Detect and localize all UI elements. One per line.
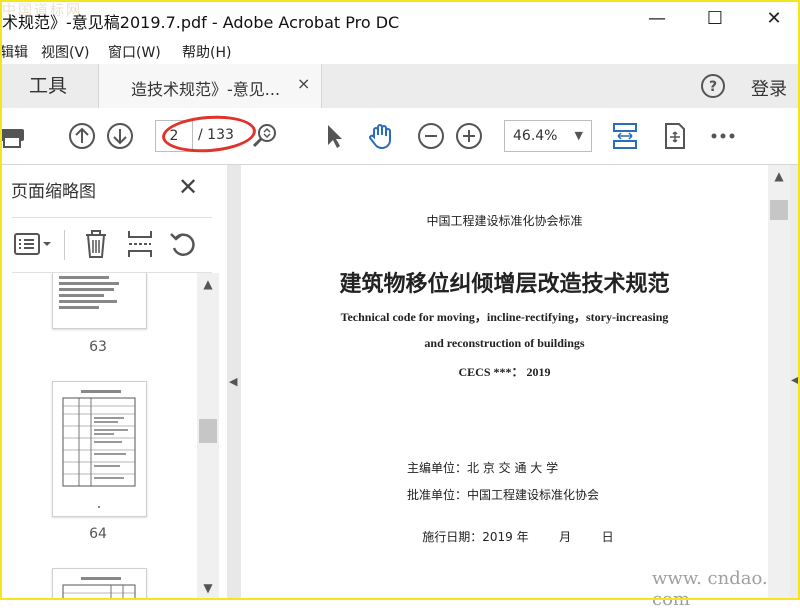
thumbnail-page-65[interactable] xyxy=(52,568,147,600)
doc-date-value: 2019 年 月 日 xyxy=(482,530,614,544)
menu-view[interactable]: 视图(V) xyxy=(41,42,90,62)
doc-title-en-1: Technical code for moving，incline-rectif… xyxy=(340,310,669,324)
menu-bar: 辑辑 视图(V) 窗口(W) 帮助(H) xyxy=(0,38,800,64)
fit-page-icon[interactable] xyxy=(610,121,640,151)
help-icon[interactable]: ? xyxy=(700,73,726,99)
zoom-level-select[interactable]: 46.4% ▼ xyxy=(504,120,592,152)
zoom-in-icon[interactable] xyxy=(454,121,484,151)
doc-approver-line: 批准单位：中国工程建设标准化协会 xyxy=(407,486,599,503)
doc-title-en-2: and reconstruction of buildings xyxy=(424,336,585,350)
minimize-button[interactable]: — xyxy=(637,6,677,32)
doc-title-cn: 建筑物移位纠倾增层改造技术规范 xyxy=(339,271,670,297)
thumbnail-list: 63 64 xyxy=(0,273,196,600)
thumbnail-table-graphic xyxy=(62,577,136,600)
doc-date-label: 施行日期： xyxy=(422,530,483,544)
chevron-down-icon: ▼ xyxy=(574,129,583,142)
print-icon[interactable] xyxy=(0,121,24,151)
sidebar-scrollbar[interactable]: ▲ ▼ xyxy=(197,273,219,600)
tab-close-icon[interactable]: × xyxy=(297,74,310,93)
sidebar-close-icon[interactable]: ✕ xyxy=(178,173,198,201)
zoom-level-value: 46.4% xyxy=(513,128,558,144)
expand-arrow-icon: ◀ xyxy=(791,375,799,386)
thumbnail-sidebar: 页面缩略图 ✕ 63 64 ▲ ▼ xyxy=(0,165,228,600)
doc-editor-line: 主编单位：北 京 交 通 大 学 xyxy=(407,459,558,476)
doc-code: CECS ***： 2019 xyxy=(458,365,551,379)
sidebar-title: 页面缩略图 xyxy=(11,182,96,202)
zoom-search-icon[interactable] xyxy=(250,121,280,151)
thumbnail-content xyxy=(53,276,146,309)
next-page-icon[interactable] xyxy=(105,121,135,151)
maximize-button[interactable]: ☐ xyxy=(695,6,735,32)
hand-tool-icon[interactable] xyxy=(366,121,396,151)
close-button[interactable]: ✕ xyxy=(754,6,794,32)
menu-window[interactable]: 窗口(W) xyxy=(108,42,161,62)
zoom-out-icon[interactable] xyxy=(416,121,446,151)
thumbnail-number: 63 xyxy=(89,339,107,355)
menu-edit[interactable]: 辑辑 xyxy=(0,42,28,62)
collapse-arrow-icon: ◀ xyxy=(229,375,238,388)
toolbar: 2 / 133 46.4% ▼ xyxy=(0,108,800,165)
doc-approver-value: 中国工程建设标准化协会 xyxy=(467,488,600,502)
rotate-icon[interactable] xyxy=(168,228,198,260)
insert-pages-icon[interactable] xyxy=(126,228,154,260)
tab-document[interactable]: 造技术规范》-意见... × xyxy=(98,64,322,108)
login-button[interactable]: 登录 xyxy=(751,75,787,101)
document-scrollbar[interactable]: ▲ xyxy=(768,165,790,600)
scroll-down-icon[interactable]: ▼ xyxy=(197,581,219,595)
more-options-icon[interactable] xyxy=(708,121,738,151)
right-panel-edge[interactable]: ◀ xyxy=(790,165,800,600)
thumbnail-number: 64 xyxy=(89,526,107,542)
tab-tools[interactable]: 工具 xyxy=(0,64,96,108)
watermark-bottom-right: www. cndao. com xyxy=(652,568,768,610)
doc-approver-label: 批准单位： xyxy=(407,488,468,502)
thumbnail-page-63[interactable] xyxy=(52,273,147,329)
title-bar: 中国道标网 术规范》-意见稿2019.7.pdf - Adobe Acrobat… xyxy=(0,0,800,38)
svg-text:?: ? xyxy=(709,79,717,95)
tab-document-label: 造技术规范》-意见... xyxy=(131,80,281,99)
sidebar-toolbar xyxy=(12,217,212,273)
doc-date-line: 施行日期：2019 年 月 日 xyxy=(407,514,614,559)
trash-icon[interactable] xyxy=(82,228,110,260)
fit-width-icon[interactable] xyxy=(660,121,690,151)
scroll-up-icon[interactable]: ▲ xyxy=(768,169,790,183)
scroll-up-icon[interactable]: ▲ xyxy=(197,277,219,291)
thumbnail-table-graphic xyxy=(62,390,136,508)
document-scroll-thumb[interactable] xyxy=(770,200,788,220)
menu-help[interactable]: 帮助(H) xyxy=(182,42,231,62)
options-menu-icon[interactable] xyxy=(14,230,52,258)
document-page: 中国工程建设标准化协会标准 建筑物移位纠倾增层改造技术规范 Technical … xyxy=(241,165,768,600)
tab-bar: 工具 造技术规范》-意见... × ? 登录 xyxy=(0,64,800,109)
sidebar-collapse-handle[interactable]: ◀ xyxy=(227,165,241,600)
thumbnail-page-64[interactable] xyxy=(52,381,147,517)
sidebar-scroll-thumb[interactable] xyxy=(199,419,217,443)
previous-page-icon[interactable] xyxy=(67,121,97,151)
doc-editor-value: 北 京 交 通 大 学 xyxy=(467,461,559,475)
window-title: 术规范》-意见稿2019.7.pdf - Adobe Acrobat Pro D… xyxy=(2,13,400,32)
doc-editor-label: 主编单位： xyxy=(407,461,468,475)
select-cursor-icon[interactable] xyxy=(318,121,348,151)
doc-org: 中国工程建设标准化协会标准 xyxy=(426,214,583,228)
